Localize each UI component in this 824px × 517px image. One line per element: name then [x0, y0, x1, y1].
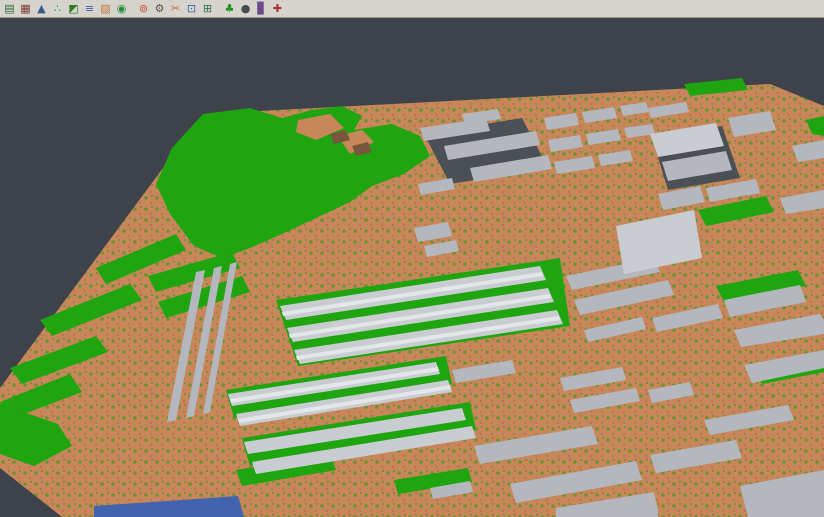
- terrain-icon[interactable]: ▲: [34, 1, 49, 16]
- select-region-icon[interactable]: ⊡: [184, 1, 199, 16]
- settings-icon[interactable]: ⚙: [152, 1, 167, 16]
- layers-icon[interactable]: ≡: [82, 1, 97, 16]
- texture-icon[interactable]: ▨: [98, 1, 113, 16]
- toolbar-separator: [130, 2, 135, 16]
- classification-icon[interactable]: ⊚: [136, 1, 151, 16]
- scene-svg[interactable]: [0, 18, 824, 517]
- histogram-icon[interactable]: ▊: [254, 1, 269, 16]
- crop-icon[interactable]: ✂: [168, 1, 183, 16]
- globe-icon[interactable]: ◉: [114, 1, 129, 16]
- toolbar: ▤▦▲∴◩≡▨◉ ⊚⚙✂⊡⊞ ♣●▊✚: [0, 0, 824, 18]
- mesh-icon[interactable]: ◩: [66, 1, 81, 16]
- measure-icon[interactable]: ✚: [270, 1, 285, 16]
- save-icon[interactable]: ▦: [18, 1, 33, 16]
- point-cloud-icon[interactable]: ∴: [50, 1, 65, 16]
- open-layer-icon[interactable]: ▤: [2, 1, 17, 16]
- 3d-viewport[interactable]: [0, 18, 824, 517]
- vegetation-icon[interactable]: ♣: [222, 1, 237, 16]
- app-window: ▤▦▲∴◩≡▨◉ ⊚⚙✂⊡⊞ ♣●▊✚: [0, 0, 824, 517]
- grid-icon[interactable]: ⊞: [200, 1, 215, 16]
- sphere-icon[interactable]: ●: [238, 1, 253, 16]
- toolbar-separator: [216, 2, 221, 16]
